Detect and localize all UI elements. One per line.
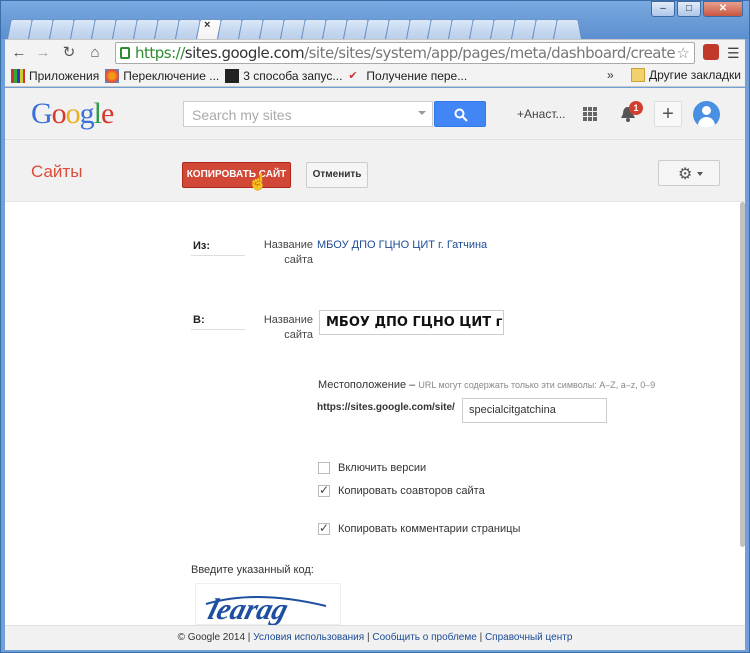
dropdown-arrow-icon[interactable] [418, 111, 426, 115]
menu-icon[interactable]: ☰ [727, 45, 740, 62]
close-window-button[interactable]: ✕ [703, 1, 743, 17]
bookmark-item[interactable]: 3 способа запус... [225, 68, 342, 83]
notification-badge: 1 [629, 101, 643, 115]
site-name-label: Название сайта [263, 314, 313, 341]
copy-comments-checkbox[interactable] [318, 521, 330, 535]
copy-comments-label[interactable]: Копировать комментарии страницы [338, 523, 520, 535]
gear-icon: ⚙ [678, 166, 693, 183]
captcha-label: Введите указанный код: [191, 564, 314, 576]
action-bar: Сайты КОПИРОВАТЬ САЙТ ☝ Отменить ⚙ [5, 140, 745, 202]
bookmarks-bar: Приложения Переключение ... 3 способа за… [5, 65, 745, 87]
reload-icon[interactable]: ↻ [59, 43, 79, 63]
location-hint: URL могут содержать только эти символы: … [418, 380, 656, 390]
lock-icon [120, 47, 130, 59]
title-bar: × – □ ✕ [1, 1, 749, 39]
page-title[interactable]: Сайты [31, 162, 82, 182]
copy-collaborators-label[interactable]: Копировать соавторов сайта [338, 485, 485, 497]
footer: © Google 2014 | Условия использования | … [5, 625, 745, 650]
notifications-icon[interactable]: 1 [619, 101, 643, 123]
copyright-text: © Google 2014 [177, 632, 246, 643]
location-prefix: https://sites.google.com/site/ [317, 402, 455, 413]
terms-link[interactable]: Условия использования [253, 632, 364, 643]
other-bookmarks[interactable]: Другие закладки [631, 68, 741, 82]
apps-icon [11, 68, 25, 83]
forward-icon[interactable]: → [33, 43, 53, 63]
home-icon[interactable]: ⌂ [85, 43, 105, 63]
include-revisions-label[interactable]: Включить версии [338, 462, 426, 474]
bookmark-apps[interactable]: Приложения [11, 68, 99, 83]
joomla-icon [105, 68, 120, 83]
browser-window: × – □ ✕ ← → ↻ ⌂ https://sites.google.com… [0, 0, 750, 653]
site-name-input[interactable]: МБОУ ДПО ГЦНО ЦИТ г. Г [319, 310, 504, 335]
scrollbar[interactable] [740, 202, 745, 547]
copy-site-button[interactable]: КОПИРОВАТЬ САЙТ [182, 162, 291, 188]
captcha-image: learag [195, 583, 341, 625]
location-input[interactable]: specialcitgatchina [462, 398, 607, 423]
help-center-link[interactable]: Справочный центр [485, 632, 572, 643]
from-label: Из: [193, 240, 211, 252]
include-revisions-checkbox[interactable] [318, 462, 330, 474]
divider [191, 329, 245, 330]
bookmark-icon [225, 68, 240, 83]
location-heading: Местоположение – URL могут содержать тол… [318, 379, 656, 391]
bookmark-item[interactable]: Переключение ... [105, 68, 219, 83]
tab[interactable] [555, 13, 578, 39]
copy-collaborators-checkbox[interactable] [318, 483, 330, 497]
tab-strip: × [9, 13, 576, 39]
settings-button[interactable]: ⚙ [658, 160, 720, 186]
google-header: Google Search my sites +Анаст... 1 + [5, 88, 745, 140]
search-input[interactable]: Search my sites [183, 101, 433, 127]
address-bar[interactable]: https://sites.google.com/site/sites/syst… [115, 42, 695, 64]
user-link[interactable]: +Анаст... [517, 107, 565, 121]
page: Google Search my sites +Анаст... 1 + Сай… [5, 88, 745, 650]
cancel-button[interactable]: Отменить [306, 162, 368, 188]
bookmark-item[interactable]: ✔ Получение пере... [348, 69, 467, 83]
site-name-label: Название сайта [263, 239, 313, 266]
to-label: В: [193, 314, 205, 326]
search-icon [454, 108, 468, 122]
report-issue-link[interactable]: Сообщить о проблеме [372, 632, 476, 643]
maximize-button[interactable]: □ [677, 1, 701, 17]
avatar[interactable] [693, 101, 720, 128]
star-icon[interactable]: ☆ [677, 44, 690, 62]
hand-cursor-icon: ☝ [248, 174, 268, 191]
url-text: https://sites.google.com/site/sites/syst… [135, 44, 675, 62]
copy-form: Из: Название сайта МБОУ ДПО ГЦНО ЦИТ г. … [5, 202, 743, 625]
share-plus-button[interactable]: + [654, 101, 682, 127]
google-logo[interactable]: Google [31, 97, 114, 131]
folder-icon [631, 68, 645, 82]
apps-grid-icon[interactable] [583, 107, 597, 121]
search-button[interactable] [434, 101, 486, 127]
source-site-link[interactable]: МБОУ ДПО ГЦНО ЦИТ г. Гатчина [317, 239, 487, 251]
more-bookmarks-icon[interactable]: » [607, 68, 614, 82]
browser-toolbar: ← → ↻ ⌂ https://sites.google.com/site/si… [5, 39, 745, 65]
minimize-button[interactable]: – [651, 1, 675, 17]
close-tab-icon[interactable]: × [204, 19, 210, 31]
back-icon[interactable]: ← [9, 43, 29, 63]
check-icon: ✔ [348, 69, 358, 82]
divider [191, 255, 245, 256]
window-controls: – □ ✕ [649, 1, 743, 17]
extension-icon[interactable] [703, 44, 719, 60]
caret-down-icon [697, 172, 703, 176]
